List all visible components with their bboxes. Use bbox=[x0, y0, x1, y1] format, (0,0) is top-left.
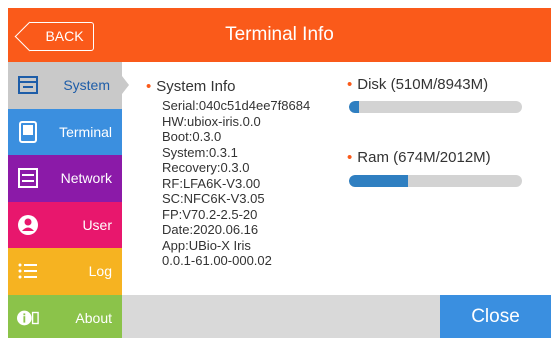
sidebar-item-label: About bbox=[75, 309, 112, 326]
bullet-icon: • bbox=[347, 149, 353, 166]
bullet-icon: • bbox=[347, 76, 353, 93]
disk-title: Disk (510M/8943M) bbox=[357, 76, 489, 93]
sidebar-item-system[interactable]: System bbox=[8, 62, 129, 109]
system-icon bbox=[17, 74, 39, 96]
disk-usage-fill bbox=[349, 101, 360, 113]
sidebar-item-user[interactable]: User bbox=[8, 201, 122, 248]
ram-heading: • Ram (674M/2012M) bbox=[347, 149, 491, 166]
header-bar: BACK Terminal Info bbox=[8, 8, 551, 62]
sidebar-item-label: Terminal bbox=[59, 123, 112, 140]
sidebar-item-label: Log bbox=[88, 263, 112, 279]
user-icon bbox=[17, 214, 39, 236]
system-info-title: System Info bbox=[156, 78, 236, 95]
info-line: HW:ubiox-iris.0.0 bbox=[162, 113, 261, 129]
log-icon bbox=[17, 260, 39, 282]
ram-title: Ram (674M/2012M) bbox=[357, 149, 491, 166]
system-info-heading: • System Info bbox=[146, 78, 235, 95]
info-line: Boot:0.3.0 bbox=[162, 129, 222, 144]
sidebar-item-log[interactable]: Log bbox=[8, 248, 122, 295]
disk-heading: • Disk (510M/8943M) bbox=[347, 76, 488, 93]
info-line: App:UBio-X Iris bbox=[162, 237, 251, 253]
sidebar-item-terminal[interactable]: Terminal bbox=[8, 108, 122, 155]
terminal-icon bbox=[17, 120, 39, 143]
info-line: System:0.3.1 bbox=[162, 144, 238, 160]
sidebar: System Terminal Network User Log About bbox=[8, 62, 129, 338]
bullet-icon: • bbox=[146, 78, 152, 95]
close-button[interactable]: Close bbox=[440, 295, 551, 338]
info-line: Date:2020.06.16 bbox=[162, 222, 259, 237]
network-icon bbox=[17, 167, 39, 189]
info-line: Serial:040c51d4ee7f8684 bbox=[162, 98, 311, 113]
back-button-label: BACK bbox=[45, 28, 84, 44]
back-button[interactable]: BACK bbox=[14, 21, 94, 52]
sidebar-item-label: User bbox=[82, 216, 112, 233]
info-line: 0.0.1-61.00-000.02 bbox=[162, 253, 272, 268]
sidebar-item-about[interactable]: About bbox=[8, 294, 122, 338]
info-line: Recovery:0.3.0 bbox=[162, 160, 250, 175]
ram-usage-fill bbox=[349, 175, 408, 187]
back-arrow-icon bbox=[14, 21, 45, 52]
sidebar-item-network[interactable]: Network bbox=[8, 155, 122, 202]
info-icon bbox=[17, 307, 39, 329]
info-line: SC:NFC6K-V3.05 bbox=[162, 191, 265, 206]
sidebar-item-label: System bbox=[63, 77, 110, 93]
info-line: FP:V70.2-2.5-20 bbox=[162, 206, 258, 222]
disk-usage-bar bbox=[349, 101, 522, 113]
system-info-lines: Serial:040c51d4ee7f8684 HW:ubiox-iris.0.… bbox=[162, 98, 310, 269]
footer-bar bbox=[122, 295, 440, 338]
ram-usage-bar bbox=[349, 175, 522, 187]
info-line: RF:LFA6K-V3.00 bbox=[162, 175, 261, 191]
sidebar-item-label: Network bbox=[60, 170, 112, 186]
system-info-panel: • System Info Serial:040c51d4ee7f8684 HW:… bbox=[136, 70, 544, 292]
